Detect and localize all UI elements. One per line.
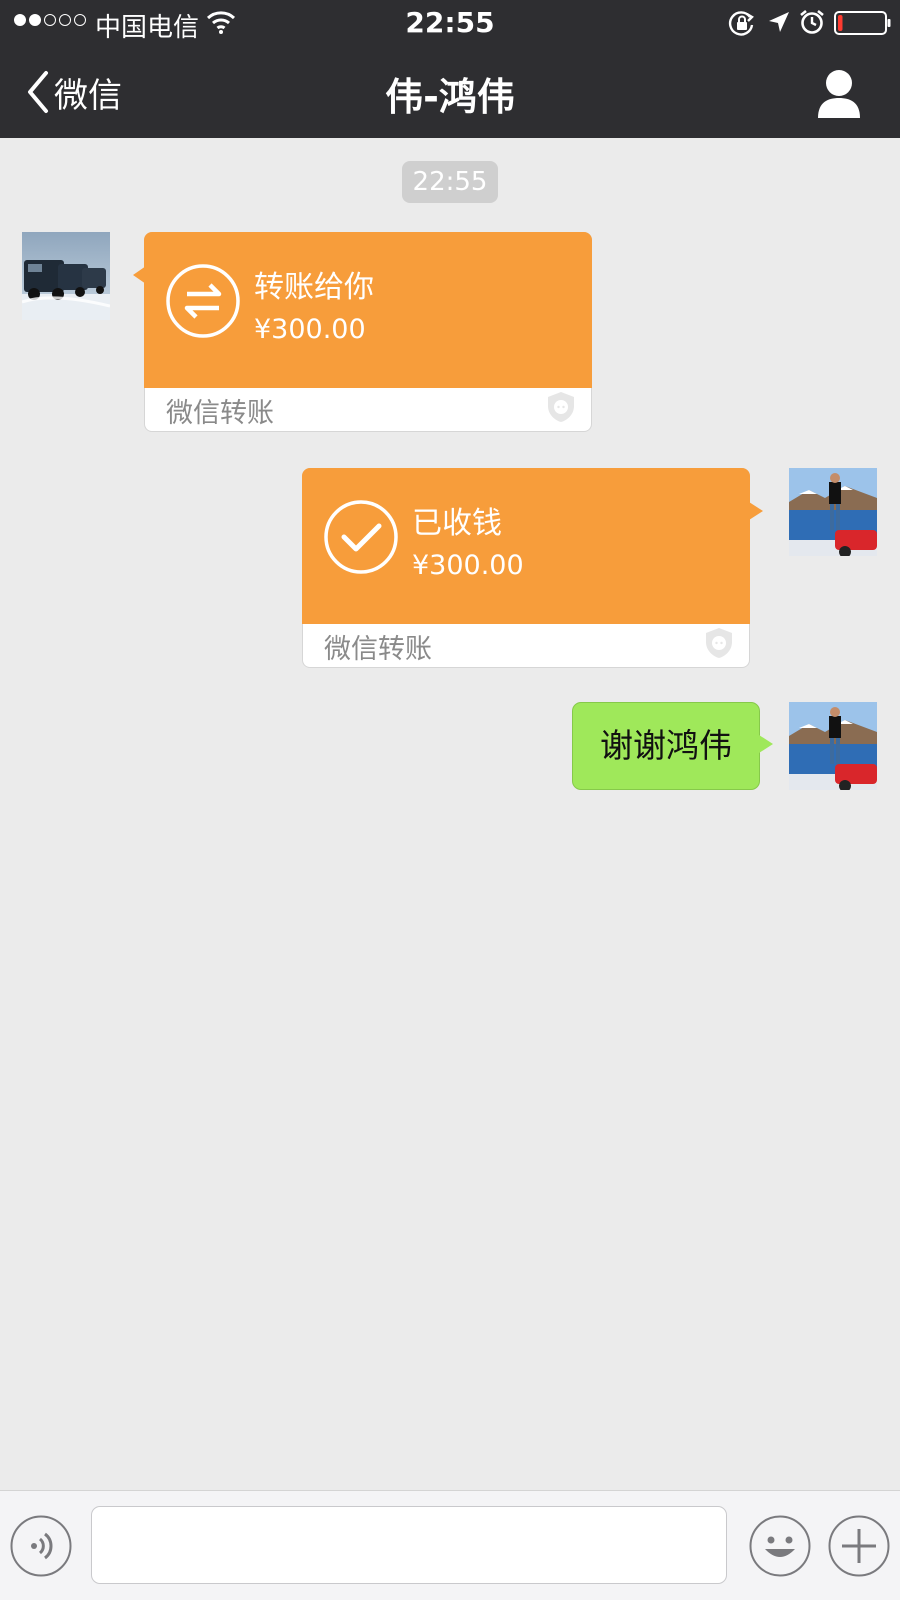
transfer-title: 转账给你 bbox=[254, 270, 374, 305]
alarm-icon bbox=[798, 8, 826, 40]
transfer-arrows-icon bbox=[166, 264, 240, 338]
battery-icon bbox=[834, 10, 892, 40]
status-bar: 中国电信 22:55 bbox=[0, 0, 900, 46]
message-text: 谢谢鸿伟 bbox=[600, 726, 732, 765]
emoji-icon bbox=[749, 1515, 811, 1577]
transfer-message-accepted[interactable]: 已收钱 ¥300.00 微信转账 bbox=[302, 468, 763, 668]
status-time: 22:55 bbox=[405, 6, 495, 39]
check-icon bbox=[324, 500, 398, 574]
shield-icon bbox=[548, 392, 574, 422]
shield-icon bbox=[706, 628, 732, 658]
location-arrow-icon bbox=[766, 9, 792, 39]
transfer-message-received[interactable]: 转账给你 ¥300.00 微信转账 bbox=[133, 232, 592, 432]
message-input[interactable] bbox=[91, 1506, 727, 1584]
contact-avatar[interactable] bbox=[22, 232, 110, 320]
plus-icon bbox=[828, 1515, 890, 1577]
transfer-title: 已收钱 bbox=[412, 506, 502, 541]
text-message-outgoing[interactable]: 谢谢鸿伟 bbox=[572, 702, 773, 790]
chat-title: 伟-鸿伟 bbox=[385, 75, 515, 119]
voice-icon bbox=[10, 1515, 72, 1577]
voice-button[interactable] bbox=[10, 1515, 72, 1577]
transfer-footer: 微信转账 bbox=[166, 398, 274, 429]
message-timestamp: 22:55 bbox=[402, 161, 498, 203]
transfer-amount: ¥300.00 bbox=[254, 314, 366, 345]
person-icon bbox=[818, 70, 860, 118]
nav-bar: 微信 伟-鸿伟 bbox=[0, 46, 900, 138]
top-bar: 中国电信 22:55 微信 伟-鸿伟 bbox=[0, 0, 900, 138]
rotation-lock-icon bbox=[728, 9, 756, 41]
transfer-amount: ¥300.00 bbox=[412, 550, 524, 581]
self-avatar[interactable] bbox=[789, 468, 877, 556]
transfer-footer: 微信转账 bbox=[324, 634, 432, 665]
more-button[interactable] bbox=[828, 1515, 890, 1577]
self-avatar[interactable] bbox=[789, 702, 877, 790]
emoji-button[interactable] bbox=[749, 1515, 811, 1577]
chat-info-button[interactable] bbox=[812, 66, 866, 120]
